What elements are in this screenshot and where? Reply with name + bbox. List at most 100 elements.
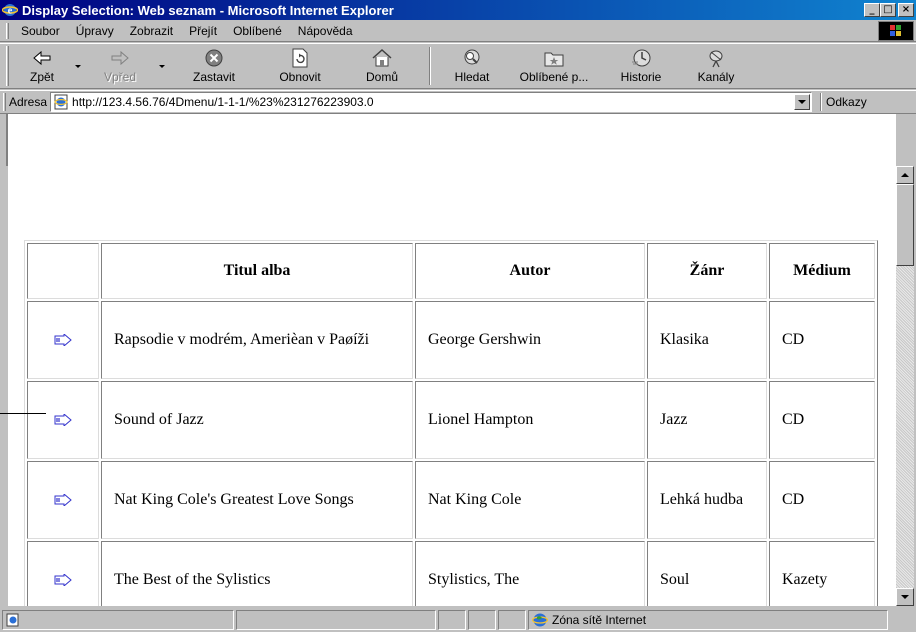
title-bar: e Display Selection: Web seznam - Micros… xyxy=(0,0,916,20)
status-text-pane xyxy=(2,610,234,630)
menu-grip xyxy=(6,22,9,39)
home-icon xyxy=(372,48,392,67)
chevron-down-icon xyxy=(159,65,165,68)
status-progress-pane xyxy=(236,610,436,630)
channels-button[interactable]: Kanály xyxy=(681,44,751,88)
stop-label: Zastavit xyxy=(192,70,235,84)
select-cell[interactable] xyxy=(27,381,99,459)
menu-file[interactable]: Soubor xyxy=(13,24,68,38)
page-content: Titul alba Autor Žánr Médium Rapsodie v … xyxy=(8,114,896,606)
search-label: Hledat xyxy=(454,70,490,84)
security-zone-pane: Zóna sítě Internet xyxy=(528,610,888,630)
address-field[interactable] xyxy=(50,92,813,112)
medium-cell: CD xyxy=(769,381,875,459)
medium-cell: CD xyxy=(769,461,875,539)
url-input[interactable] xyxy=(72,94,795,110)
forward-dropdown[interactable] xyxy=(155,44,169,88)
author-cell: Stylistics, The xyxy=(415,541,645,606)
album-title-cell: The Best of the Sylistics xyxy=(101,541,413,606)
menu-view[interactable]: Zobrazit xyxy=(122,24,181,38)
table-header-row: Titul alba Autor Žánr Médium xyxy=(27,243,875,299)
history-button[interactable]: Historie xyxy=(601,44,681,88)
history-label: Historie xyxy=(620,70,662,84)
standard-toolbar: Zpět Vpřed Zastavit Obnovit Domů Hledat … xyxy=(0,43,916,89)
album-title-cell: Nat King Cole's Greatest Love Songs xyxy=(101,461,413,539)
menu-favorites[interactable]: Oblíbené xyxy=(225,24,290,38)
refresh-button[interactable]: Obnovit xyxy=(259,44,341,88)
back-button[interactable]: Zpět xyxy=(13,44,71,88)
scroll-thumb[interactable] xyxy=(896,184,914,266)
favorites-button[interactable]: Oblíbené p... xyxy=(507,44,601,88)
svg-text:e: e xyxy=(8,6,13,17)
callout-line xyxy=(0,413,46,414)
toolbar-separator xyxy=(429,47,431,85)
chevron-down-icon xyxy=(901,594,909,599)
toolbar-grip xyxy=(6,46,9,86)
author-cell: Lionel Hampton xyxy=(415,381,645,459)
medium-cell: Kazety xyxy=(769,541,875,606)
genre-cell: Lehká hudba xyxy=(647,461,767,539)
back-arrow-icon xyxy=(33,50,51,66)
table-row: Rapsodie v modrém, Amerièan v Paøíži Geo… xyxy=(27,301,875,379)
header-medium: Médium xyxy=(769,243,875,299)
status-pane-b xyxy=(468,610,496,630)
windows-logo-icon xyxy=(890,25,901,36)
genre-cell: Soul xyxy=(647,541,767,606)
menu-edit[interactable]: Úpravy xyxy=(68,24,122,38)
album-title-cell: Sound of Jazz xyxy=(101,381,413,459)
table-row: Nat King Cole's Greatest Love Songs Nat … xyxy=(27,461,875,539)
links-button[interactable]: Odkazy xyxy=(826,95,867,109)
scroll-down-button[interactable] xyxy=(896,588,914,606)
author-cell: Nat King Cole xyxy=(415,461,645,539)
select-arrow-icon[interactable] xyxy=(54,414,72,427)
minimize-button[interactable]: _ xyxy=(864,3,880,17)
address-label: Adresa xyxy=(9,95,48,109)
history-clock-icon xyxy=(632,49,651,67)
security-zone-label: Zóna sítě Internet xyxy=(552,613,647,627)
channels-satellite-icon xyxy=(709,50,723,68)
select-arrow-icon[interactable] xyxy=(54,494,72,507)
refresh-label: Obnovit xyxy=(279,70,321,84)
select-cell[interactable] xyxy=(27,301,99,379)
vertical-scrollbar[interactable] xyxy=(896,166,914,606)
address-bar: Adresa Odkazy xyxy=(0,90,916,114)
home-label: Domů xyxy=(365,70,398,84)
table-row: Sound of Jazz Lionel Hampton Jazz CD xyxy=(27,381,875,459)
album-table: Titul alba Autor Žánr Médium Rapsodie v … xyxy=(24,240,878,606)
channels-label: Kanály xyxy=(697,70,735,84)
author-cell: George Gershwin xyxy=(415,301,645,379)
select-cell[interactable] xyxy=(27,541,99,606)
maximize-button[interactable]: □ xyxy=(880,3,896,17)
forward-button[interactable]: Vpřed xyxy=(85,44,155,88)
header-album-title: Titul alba xyxy=(101,243,413,299)
close-button[interactable]: × xyxy=(898,3,914,17)
select-cell[interactable] xyxy=(27,461,99,539)
status-bar: Zóna sítě Internet xyxy=(0,608,916,632)
internet-globe-icon xyxy=(532,613,548,627)
favorites-label: Oblíbené p... xyxy=(519,70,589,84)
chevron-down-icon xyxy=(798,99,807,104)
address-dropdown-button[interactable] xyxy=(794,94,811,110)
menu-help[interactable]: Nápověda xyxy=(290,24,361,38)
windows-logo-throbber xyxy=(878,21,914,41)
search-icon xyxy=(464,49,480,65)
forward-label: Vpřed xyxy=(103,70,137,84)
stop-icon xyxy=(205,49,223,67)
chevron-up-icon xyxy=(901,172,909,177)
links-separator xyxy=(820,93,823,111)
stop-button[interactable]: Zastavit xyxy=(169,44,259,88)
genre-cell: Jazz xyxy=(647,381,767,459)
refresh-icon xyxy=(292,48,308,68)
scroll-up-button[interactable] xyxy=(896,166,914,184)
back-dropdown[interactable] xyxy=(71,44,85,88)
menu-go[interactable]: Přejít xyxy=(181,24,225,38)
home-button[interactable]: Domů xyxy=(341,44,423,88)
search-button[interactable]: Hledat xyxy=(437,44,507,88)
select-arrow-icon[interactable] xyxy=(54,574,72,587)
status-pane-c xyxy=(498,610,526,630)
forward-arrow-icon xyxy=(111,50,129,66)
chevron-down-icon xyxy=(75,65,81,68)
header-author: Autor xyxy=(415,243,645,299)
page-status-icon xyxy=(6,613,19,627)
select-arrow-icon[interactable] xyxy=(54,334,72,347)
